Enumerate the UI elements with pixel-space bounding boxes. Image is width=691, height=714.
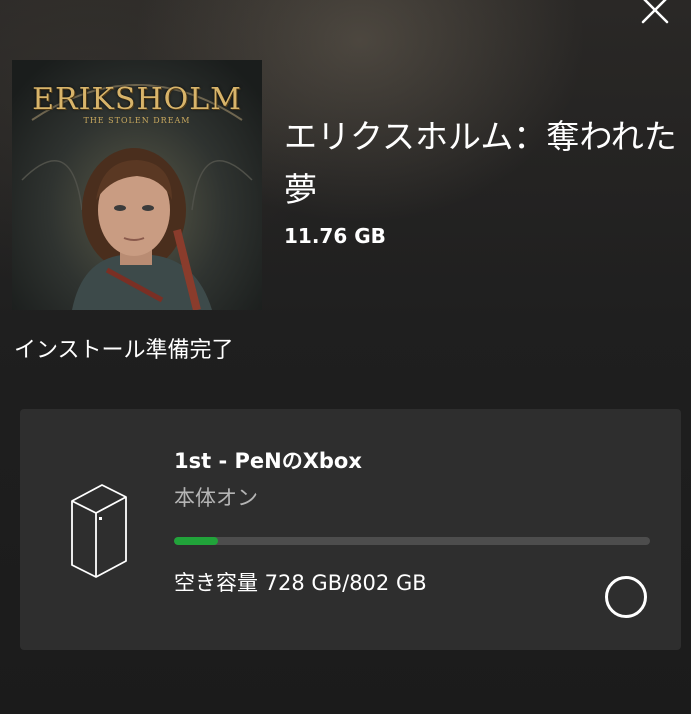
close-icon — [641, 0, 669, 24]
console-power-state: 本体オン — [174, 486, 258, 510]
install-status: インストール準備完了 — [14, 338, 234, 363]
cover-logo-text: ERIKSHOLM — [32, 82, 242, 117]
xbox-series-x-icon — [68, 481, 130, 579]
storage-progress-bar — [174, 537, 650, 545]
storage-available-label: 空き容量 728 GB/802 GB — [174, 571, 427, 595]
storage-progress-fill — [174, 537, 218, 545]
console-option[interactable]: 1st - PeNのXbox 本体オン 空き容量 728 GB/802 GB — [20, 409, 681, 650]
console-name: 1st - PeNのXbox — [174, 449, 362, 473]
game-cover-art: ERIKSHOLM THE STOLEN DREAM — [12, 60, 262, 310]
game-size: 11.76 GB — [284, 224, 386, 248]
console-select-radio[interactable] — [605, 576, 647, 618]
game-title: エリクスホルム：奪われた夢 — [284, 117, 677, 209]
cover-subtitle: THE STOLEN DREAM — [83, 116, 191, 125]
close-button[interactable] — [637, 0, 673, 28]
